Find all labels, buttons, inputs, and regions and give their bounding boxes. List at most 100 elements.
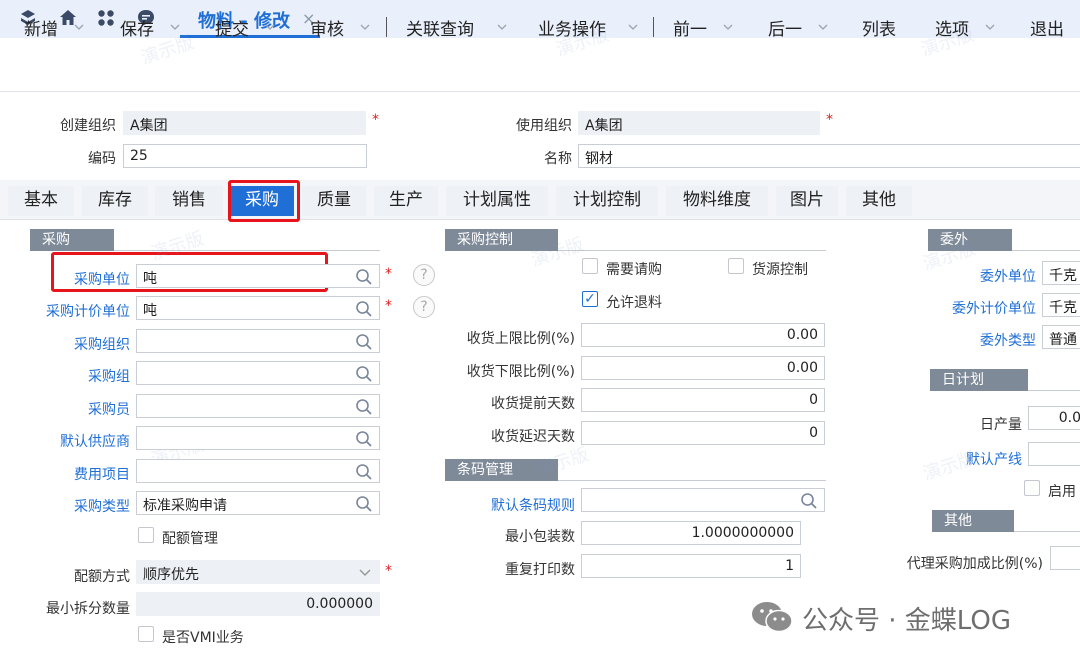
outsource-unit-label[interactable]: 委外单位 xyxy=(920,266,1036,286)
search-icon[interactable] xyxy=(355,365,373,383)
toolbar-button-9[interactable]: 选项 xyxy=(935,15,969,40)
help-icon[interactable]: ? xyxy=(413,296,435,318)
toolbar-button-5[interactable]: 业务操作 xyxy=(538,15,606,40)
purchase-type-field[interactable]: 标准采购申请 xyxy=(136,491,380,515)
name-field[interactable]: 钢材 xyxy=(578,144,1080,168)
purchase-expense-field[interactable] xyxy=(136,459,380,483)
chevron-down-icon[interactable] xyxy=(628,20,638,30)
chevron-down-icon[interactable] xyxy=(497,20,507,30)
search-icon[interactable] xyxy=(355,398,373,416)
quota-mode-value: 顺序优先 xyxy=(143,567,199,583)
upper_ratio-field[interactable]: 0.00 xyxy=(581,323,825,347)
advance_days-field[interactable]: 0 xyxy=(581,388,825,412)
barcode-rule-label[interactable]: 默认条码规则 xyxy=(440,495,575,515)
apps-grid-icon[interactable] xyxy=(96,8,116,28)
min-split-field[interactable]: 0.000000 xyxy=(136,592,380,616)
purchase-price_unit-label[interactable]: 采购计价单位 xyxy=(20,301,130,321)
purchase-supplier-label[interactable]: 默认供应商 xyxy=(20,431,130,451)
reprint-field[interactable]: 1 xyxy=(581,554,801,578)
tab-0[interactable]: 基本 xyxy=(8,186,74,216)
chevron-down-icon[interactable] xyxy=(265,20,275,30)
required-mark: * xyxy=(826,112,833,128)
toolbar-button-10[interactable]: 退出 xyxy=(1030,15,1064,40)
toolbar-button-3[interactable]: 审核 xyxy=(310,15,344,40)
purchase-unit-field[interactable]: 吨 xyxy=(136,264,380,288)
search-icon[interactable] xyxy=(800,492,818,510)
tab-1[interactable]: 库存 xyxy=(82,186,148,216)
purchase-expense-label[interactable]: 费用项目 xyxy=(20,464,130,484)
purchase-group-label[interactable]: 采购组 xyxy=(20,366,130,386)
required-mark: * xyxy=(385,298,392,314)
daily-output-field[interactable]: 0.0 xyxy=(1028,406,1080,430)
outsource-type-field[interactable]: 普通 xyxy=(1042,325,1080,349)
tab-7[interactable]: 计划控制 xyxy=(556,186,658,216)
tab-2[interactable]: 销售 xyxy=(155,186,223,216)
toolbar-button-7[interactable]: 后一 xyxy=(768,15,802,40)
toolbar-separator xyxy=(386,17,387,37)
search-icon[interactable] xyxy=(355,463,373,481)
purchase-org-field[interactable] xyxy=(136,329,380,353)
quota-mgmt-checkbox[interactable] xyxy=(138,527,154,543)
section-divider xyxy=(1028,390,1080,391)
toolbar-button-1[interactable]: 保存 xyxy=(120,15,154,40)
quota-mode-label: 配额方式 xyxy=(74,569,130,585)
chevron-down-icon[interactable] xyxy=(818,20,828,30)
search-icon[interactable] xyxy=(355,268,373,286)
vmi-checkbox[interactable] xyxy=(138,626,154,642)
required-mark: * xyxy=(372,112,379,128)
toolbar-button-6[interactable]: 前一 xyxy=(673,15,707,40)
required-mark: * xyxy=(385,266,392,282)
enable-checkbox[interactable] xyxy=(1024,480,1040,496)
create-org-field[interactable]: A集团 xyxy=(123,111,366,135)
purchase-buyer-label[interactable]: 采购员 xyxy=(20,399,130,419)
purchase-org-label[interactable]: 采购组织 xyxy=(20,334,130,354)
lower_ratio-field[interactable]: 0.00 xyxy=(581,356,825,380)
toolbar-button-8[interactable]: 列表 xyxy=(862,15,896,40)
source-control-checkbox[interactable] xyxy=(728,258,744,274)
use-org-label: 使用组织 xyxy=(516,118,572,134)
document-tab[interactable]: 物料 - 修改 × xyxy=(180,0,320,38)
chevron-down-icon[interactable] xyxy=(723,20,733,30)
need-request-checkbox[interactable] xyxy=(582,258,598,274)
allow-return-checkbox[interactable]: ✓ xyxy=(582,291,598,307)
tab-9[interactable]: 图片 xyxy=(776,186,838,216)
tab-10[interactable]: 其他 xyxy=(846,186,912,216)
tab-5[interactable]: 生产 xyxy=(374,186,438,216)
use-org-field[interactable]: A集团 xyxy=(578,111,820,135)
chevron-down-icon[interactable] xyxy=(360,20,370,30)
barcode-rule-field[interactable] xyxy=(581,488,825,512)
agent-ratio-field[interactable] xyxy=(1050,546,1080,570)
purchase-group-field[interactable] xyxy=(136,361,380,385)
default-line-field[interactable] xyxy=(1028,442,1080,466)
purchase-price_unit-field[interactable]: 吨 xyxy=(136,296,380,320)
purchase-type-label[interactable]: 采购类型 xyxy=(20,496,130,516)
outsource-price_unit-field[interactable]: 千克 xyxy=(1042,293,1080,317)
purchase-buyer-field[interactable] xyxy=(136,394,380,418)
tab-6[interactable]: 计划属性 xyxy=(446,186,548,216)
search-icon[interactable] xyxy=(355,430,373,448)
min_pack-field[interactable]: 1.0000000000 xyxy=(581,521,801,545)
search-icon[interactable] xyxy=(355,495,373,513)
quota-mode-select[interactable]: 顺序优先 xyxy=(136,560,380,584)
purchase-unit-label[interactable]: 采购单位 xyxy=(20,269,130,289)
toolbar-button-2[interactable]: 提交 xyxy=(215,15,249,40)
section-divider xyxy=(1012,250,1080,251)
outsource-unit-field[interactable]: 千克 xyxy=(1042,261,1080,285)
code-field[interactable]: 25 xyxy=(123,144,367,168)
delay_days-field[interactable]: 0 xyxy=(581,421,825,445)
search-icon[interactable] xyxy=(355,300,373,318)
help-icon[interactable]: ? xyxy=(413,264,435,286)
purchase-supplier-field[interactable] xyxy=(136,426,380,450)
toolbar-button-0[interactable]: 新增 xyxy=(24,15,58,40)
search-icon[interactable] xyxy=(355,333,373,351)
chevron-down-icon[interactable] xyxy=(985,20,995,30)
tab-8[interactable]: 物料维度 xyxy=(666,186,768,216)
wechat-account-text: 公众号 · 金蝶LOG xyxy=(802,606,1011,636)
toolbar-button-4[interactable]: 关联查询 xyxy=(406,15,474,40)
chevron-down-icon[interactable] xyxy=(170,20,180,30)
outsource-price_unit-label[interactable]: 委外计价单位 xyxy=(920,298,1036,318)
need-request-label: 需要请购 xyxy=(606,262,662,278)
chevron-down-icon[interactable] xyxy=(74,20,84,30)
tab-4[interactable]: 质量 xyxy=(302,186,366,216)
outsource-type-label[interactable]: 委外类型 xyxy=(920,330,1036,350)
